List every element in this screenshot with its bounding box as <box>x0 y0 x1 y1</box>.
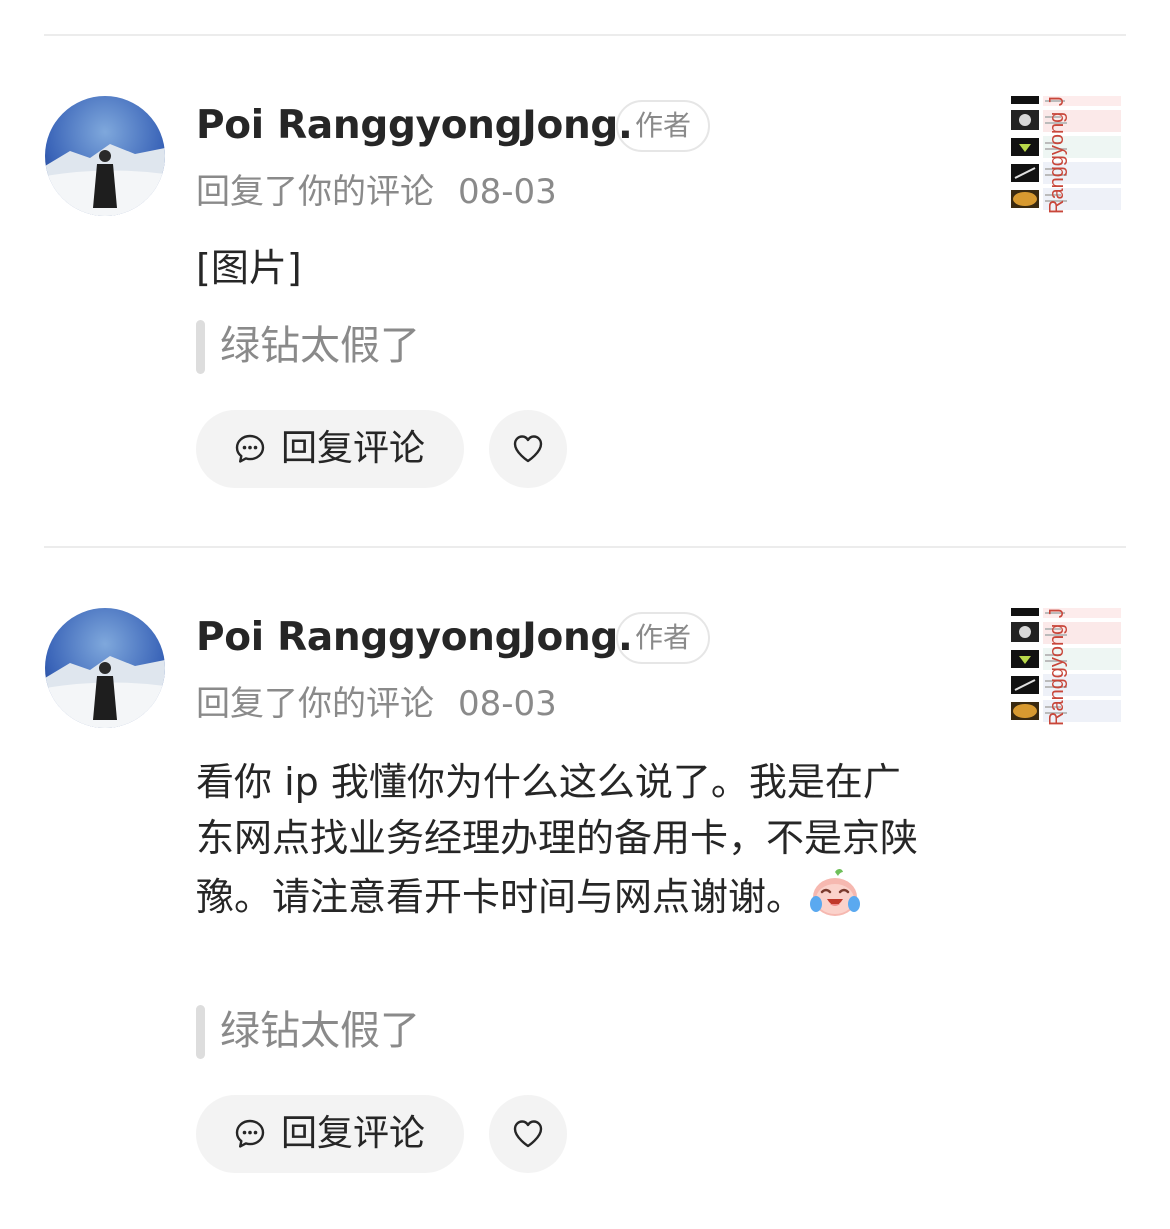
top-divider <box>44 34 1126 36</box>
quoted-text: 绿钻太假了 <box>220 1008 420 1054</box>
quote-bar <box>196 320 205 374</box>
avatar[interactable] <box>45 608 165 728</box>
thumbnail-watermark: Ranggyong J <box>1046 96 1068 214</box>
comment-date: 08-03 <box>458 684 557 724</box>
comment-text[interactable]: 看你 ip 我懂你为什么这么说了。我是在广东网点找业务经理办理的备用卡，不是京陕… <box>196 754 936 925</box>
post-thumbnail[interactable]: Ranggyong J <box>1011 96 1121 214</box>
reply-comment-button[interactable]: 回复评论 <box>196 410 464 488</box>
like-button[interactable] <box>489 1095 567 1173</box>
item-divider <box>44 546 1126 548</box>
author-name[interactable]: Poi RanggyongJong. <box>196 612 633 664</box>
heart-icon <box>513 435 543 463</box>
comment-bubble-icon <box>235 434 265 463</box>
author-badge: 作者 <box>616 100 710 152</box>
action-text: 回复了你的评论 <box>196 684 434 724</box>
reply-button-label: 回复评论 <box>281 1113 426 1154</box>
comment-meta: 回复了你的评论 08-03 <box>196 170 557 214</box>
post-thumbnail[interactable]: Ranggyong J <box>1011 608 1121 726</box>
comment-bubble-icon <box>235 1119 265 1148</box>
heart-icon <box>513 1120 543 1148</box>
reply-comment-button[interactable]: 回复评论 <box>196 1095 464 1173</box>
reply-button-label: 回复评论 <box>281 428 426 469</box>
avatar[interactable] <box>45 96 165 216</box>
comment-date: 08-03 <box>458 172 557 212</box>
author-badge: 作者 <box>616 612 710 664</box>
comment-text[interactable]: [图片] <box>196 240 936 296</box>
thumbnail-watermark: Ranggyong J <box>1046 608 1068 726</box>
action-text: 回复了你的评论 <box>196 172 434 212</box>
crying-laughing-emoji <box>810 869 861 916</box>
comment-meta: 回复了你的评论 08-03 <box>196 682 557 726</box>
quote-bar <box>196 1005 205 1059</box>
quoted-text: 绿钻太假了 <box>220 323 420 369</box>
like-button[interactable] <box>489 410 567 488</box>
author-name[interactable]: Poi RanggyongJong. <box>196 100 633 152</box>
